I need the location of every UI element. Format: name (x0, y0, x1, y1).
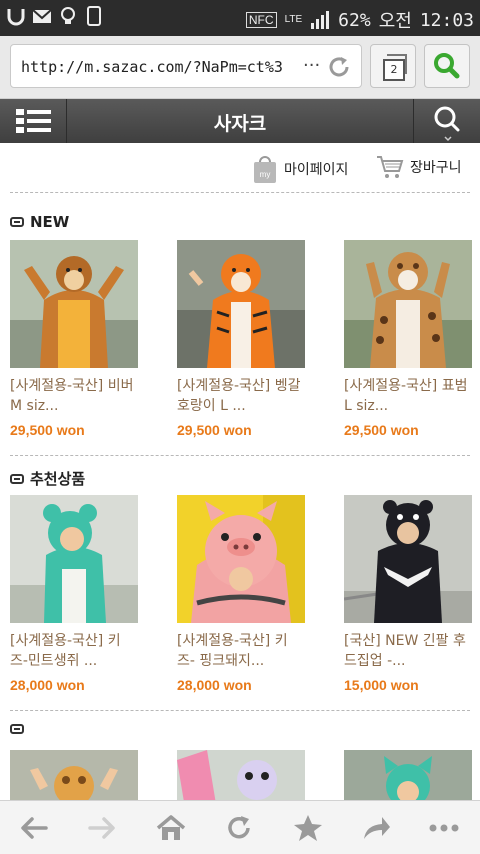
product-name[interactable]: [사계절용-국산] 벵갈 호랑이 L ... (177, 376, 305, 416)
product-card[interactable]: [사계절용-국산] 벵갈 호랑이 L ... 29,500 won (177, 240, 305, 438)
section-icon (10, 473, 24, 484)
bookmark-icon[interactable] (292, 813, 324, 843)
signal-icon (311, 11, 330, 29)
product-card[interactable]: [사계절용-국산] 키즈- 핑크돼지... 28,000 won (177, 495, 305, 693)
mypage-label: 마이페이지 (284, 162, 349, 178)
divider (10, 455, 470, 456)
battery-percent: 62% (338, 9, 371, 31)
refresh-icon[interactable] (223, 813, 255, 843)
status-bar: NFC LTE 62% 오전 12:03 (0, 0, 480, 36)
product-image-bear-hood[interactable] (344, 495, 472, 623)
reload-icon[interactable] (325, 53, 353, 81)
product-image-tiger[interactable] (177, 240, 305, 368)
product-card[interactable]: [사계절용-국산] 비버 M siz... 29,500 won (10, 240, 138, 438)
product-price: 29,500 won (10, 422, 85, 438)
site-title: 사자크 (213, 113, 267, 135)
back-icon[interactable] (18, 813, 50, 843)
product-price: 15,000 won (344, 677, 419, 693)
product-card[interactable]: [국산] NEW 긴팔 후드집업 -... 15,000 won (344, 495, 472, 693)
nfc-indicator: NFC (245, 12, 277, 28)
search-icon (434, 53, 460, 79)
section-title-third (10, 724, 30, 734)
network-indicator: LTE (284, 14, 303, 25)
section-title-recommended: 추천상품 (10, 468, 85, 489)
system-status: NFC LTE 62% 오전 12:03 (245, 7, 474, 33)
divider (10, 710, 470, 711)
product-price: 29,500 won (344, 422, 419, 438)
product-price: 28,000 won (177, 677, 252, 693)
product-card[interactable]: [사계절용-국산] 키즈-민트생쥐 ... 28,000 won (10, 495, 138, 693)
cart-icon (377, 156, 404, 178)
phone-icon (87, 6, 101, 26)
mypage-link[interactable]: my 마이페이지 (252, 154, 348, 184)
search-icon (434, 106, 460, 142)
product-card[interactable] (10, 750, 138, 800)
section-title-text: NEW (30, 213, 70, 231)
product-image-kids-mint-mouse[interactable] (10, 495, 138, 623)
cart-link[interactable]: 장바구니 (376, 154, 462, 180)
usb-icon (7, 9, 25, 26)
am-pm: 오전 (378, 11, 412, 32)
product-image-beaver[interactable] (10, 240, 138, 368)
clock: 12:03 (419, 9, 474, 31)
more-icon[interactable] (428, 813, 460, 843)
mypage-badge: my (260, 170, 271, 179)
product-card[interactable] (344, 750, 472, 800)
section-icon (10, 217, 24, 227)
product-name[interactable]: [국산] NEW 긴팔 후드집업 -... (344, 631, 472, 671)
product-name[interactable]: [사계절용-국산] 비버 M siz... (10, 376, 138, 416)
section-title-new: NEW (10, 213, 69, 231)
user-links: my 마이페이지 장바구니 (0, 150, 480, 190)
mail-icon (32, 9, 52, 23)
browser-toolbar: http://m.sazac.com/?NaPm=ct%3 ··· 2 (0, 36, 480, 99)
section-title-text: 추천상품 (30, 470, 86, 488)
product-name[interactable]: [사계절용-국산] 표범 L siz... (344, 376, 472, 416)
product-image-kids-pink-pig[interactable] (177, 495, 305, 623)
section-icon (10, 724, 24, 734)
url-text[interactable]: http://m.sazac.com/?NaPm=ct%3 (21, 58, 301, 76)
address-bar[interactable]: http://m.sazac.com/?NaPm=ct%3 ··· (10, 44, 362, 88)
product-name[interactable]: [사계절용-국산] 키즈- 핑크돼지... (177, 631, 305, 671)
site-search-button[interactable] (413, 99, 480, 143)
tab-count: 2 (383, 59, 405, 81)
cart-label: 장바구니 (410, 160, 462, 176)
notification-icons (6, 6, 104, 26)
product-name[interactable]: [사계절용-국산] 키즈-민트생쥐 ... (10, 631, 138, 671)
tabs-button[interactable]: 2 (370, 44, 416, 88)
divider (10, 192, 470, 193)
site-header: 사자크 (0, 99, 480, 143)
product-price: 29,500 won (177, 422, 252, 438)
product-image-leopard[interactable] (344, 240, 472, 368)
browser-search-button[interactable] (424, 44, 470, 88)
forward-icon[interactable] (86, 813, 118, 843)
url-ellipsis: ··· (303, 55, 321, 76)
product-card[interactable] (177, 750, 305, 800)
product-image-pink-costume[interactable] (177, 750, 305, 800)
lightbulb-icon (61, 7, 75, 24)
product-image-mint-cat[interactable] (344, 750, 472, 800)
browser-bottom-nav (0, 800, 480, 854)
shopping-bag-icon: my (254, 156, 276, 183)
product-card[interactable]: [사계절용-국산] 표범 L siz... 29,500 won (344, 240, 472, 438)
home-icon[interactable] (155, 813, 187, 843)
product-price: 28,000 won (10, 677, 85, 693)
product-image-giraffe[interactable] (10, 750, 138, 800)
share-icon[interactable] (360, 813, 392, 843)
